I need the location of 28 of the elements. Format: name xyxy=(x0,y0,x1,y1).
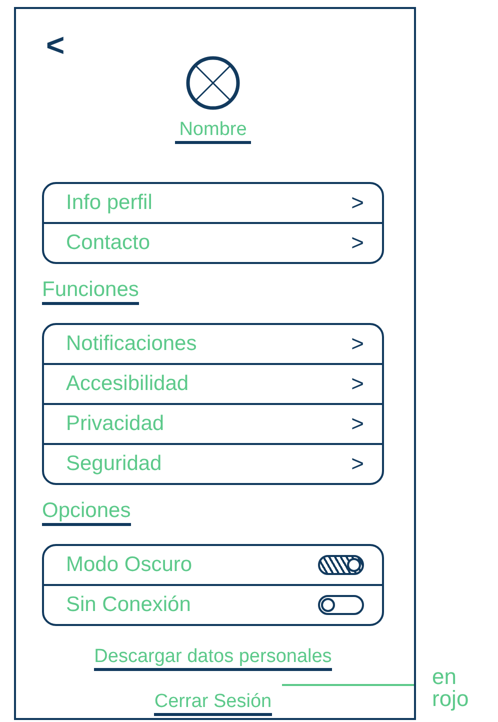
section-heading: Opciones xyxy=(42,499,131,526)
chevron: > xyxy=(351,331,364,357)
row-label: Sin Conexión xyxy=(66,593,191,617)
chevron: > xyxy=(351,411,364,437)
row-label: Notificaciones xyxy=(66,332,197,356)
section-heading: Funciones xyxy=(42,278,139,305)
avatar-placeholder-icon xyxy=(185,55,241,111)
settings-row[interactable]: Seguridad > xyxy=(44,443,382,483)
chevron: > xyxy=(351,451,364,477)
row-label: Info perfil xyxy=(66,191,152,215)
toggle-switch[interactable] xyxy=(318,555,364,575)
toggle-switch[interactable] xyxy=(318,595,364,615)
settings-row[interactable]: Notificaciones > xyxy=(44,325,382,363)
settings-row[interactable]: Accesibilidad > xyxy=(44,363,382,403)
row-label: Modo Oscuro xyxy=(66,553,192,577)
back-button[interactable]: < xyxy=(42,29,69,61)
chevron: > xyxy=(351,230,364,256)
settings-row[interactable]: Privacidad > xyxy=(44,403,382,443)
chevron: > xyxy=(351,371,364,397)
row-label: Contacto xyxy=(66,231,150,255)
annotation-note: en rojo xyxy=(432,666,470,710)
user-name: Nombre xyxy=(175,119,251,144)
row-label: Privacidad xyxy=(66,412,164,436)
chevron: > xyxy=(351,190,364,216)
settings-row[interactable]: Contacto > xyxy=(44,222,382,262)
settings-row[interactable]: Info perfil > xyxy=(44,184,382,222)
row-label: Accesibilidad xyxy=(66,372,189,396)
row-label: Seguridad xyxy=(66,452,162,476)
